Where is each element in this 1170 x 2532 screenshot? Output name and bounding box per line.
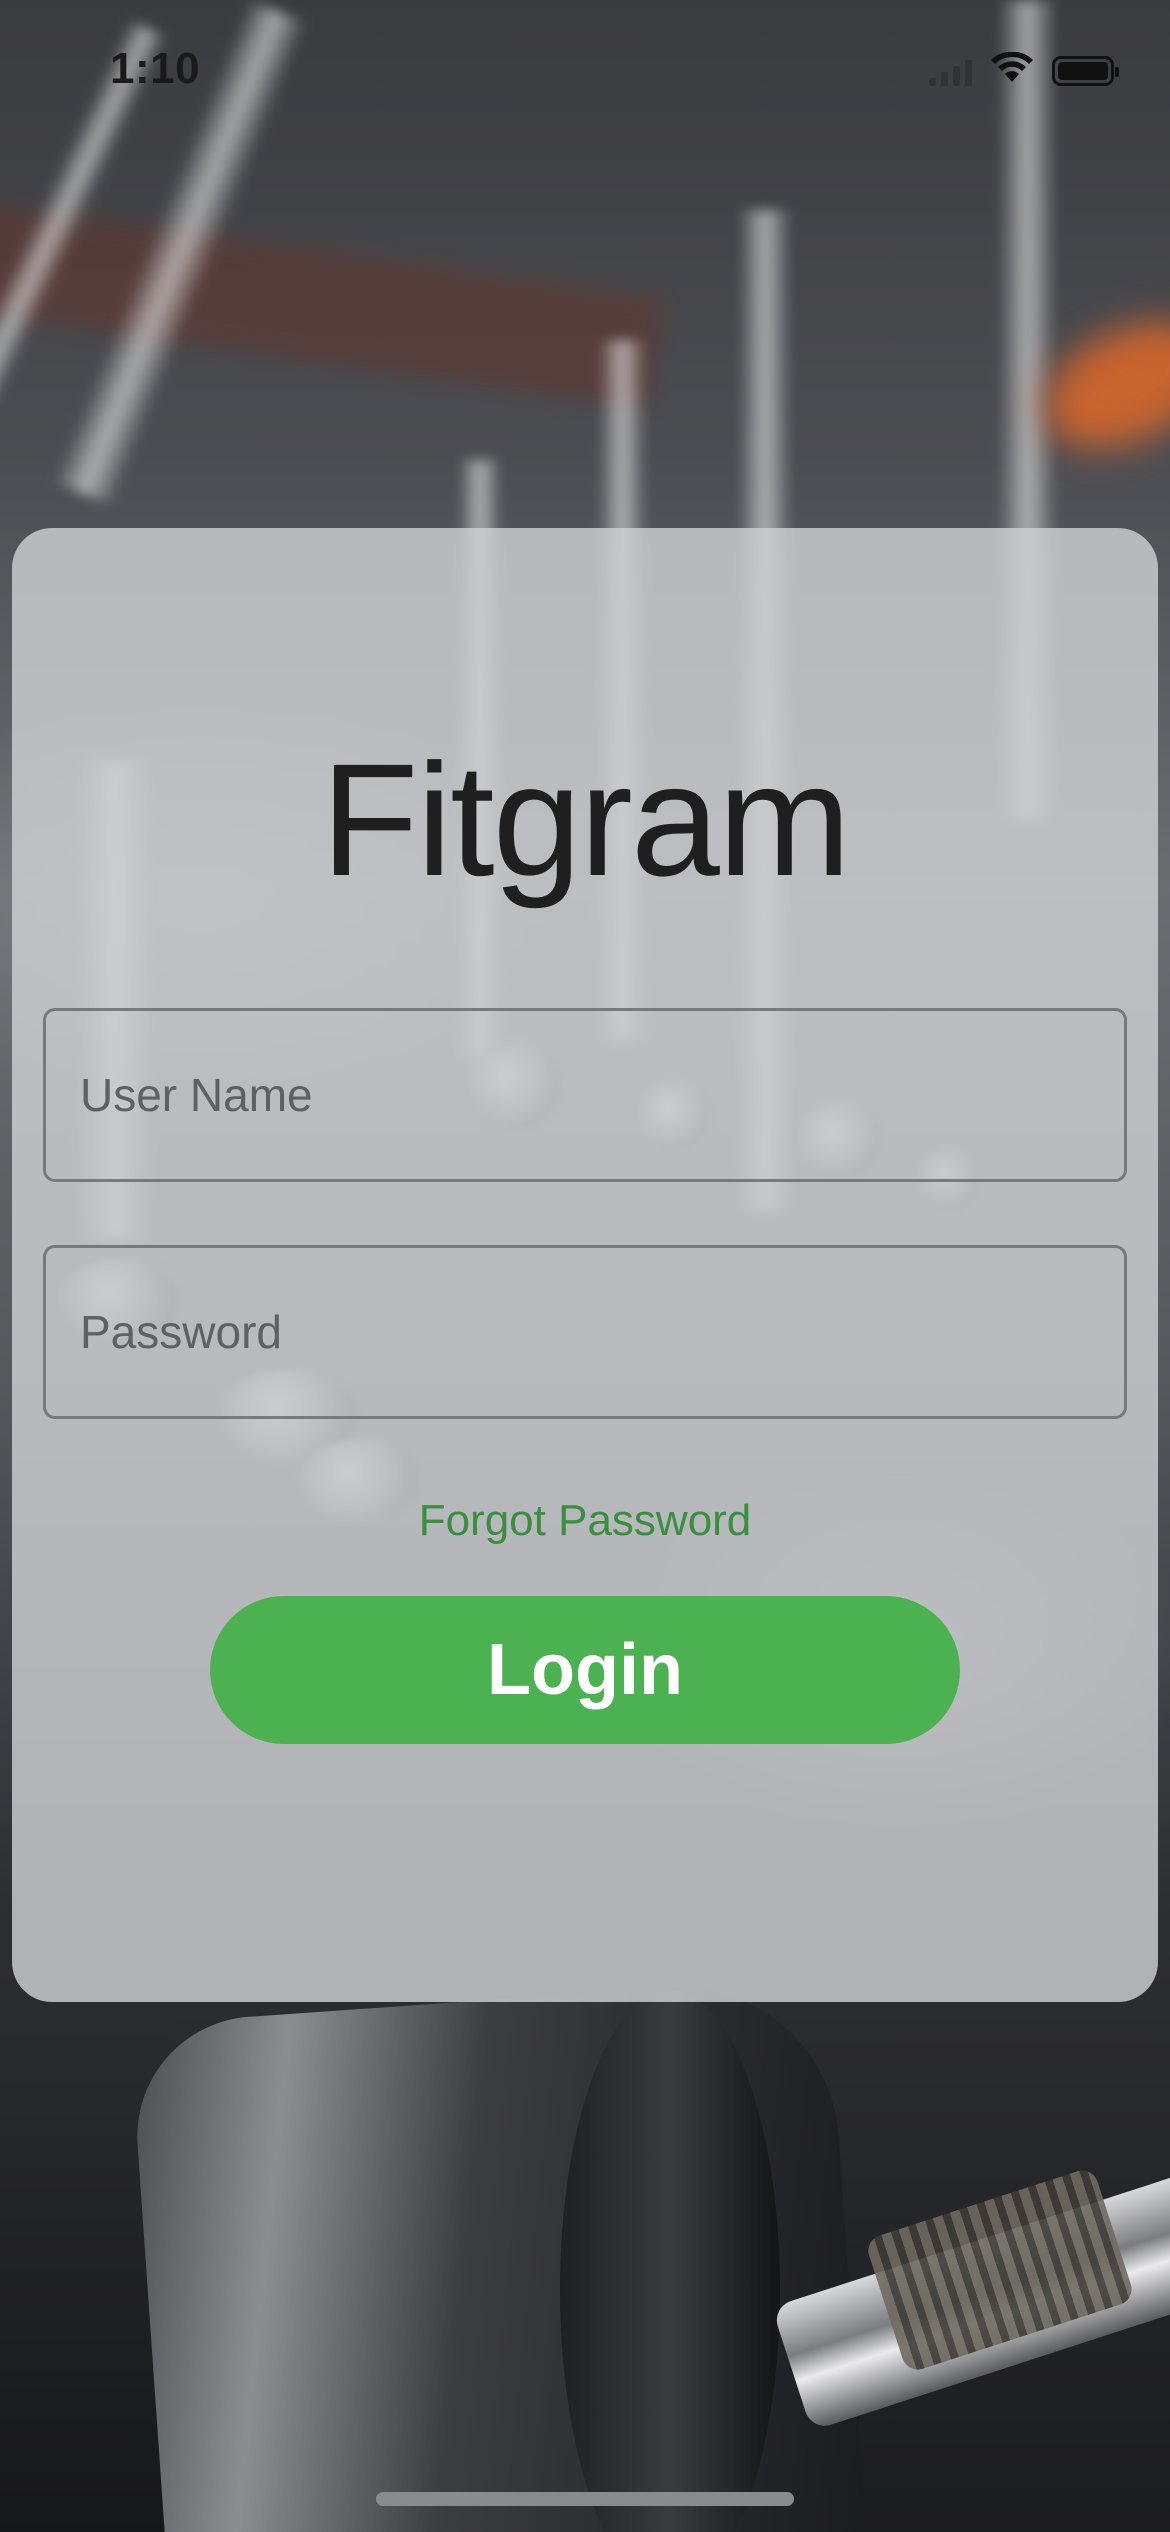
cellular-signal-icon: [929, 56, 972, 86]
username-input[interactable]: [43, 1008, 1127, 1182]
password-input[interactable]: [43, 1245, 1127, 1419]
login-card: Fitgram Forgot Password Login: [12, 528, 1158, 2002]
home-indicator: [376, 2492, 794, 2506]
wifi-icon: [990, 51, 1034, 89]
battery-icon: [1052, 55, 1119, 86]
login-screen: 1:10 Fitgram Forgot Password Login: [0, 0, 1170, 2532]
status-time: 1:10: [110, 44, 201, 93]
status-icons: [929, 51, 1119, 89]
app-title: Fitgram: [320, 730, 851, 909]
forgot-password-link[interactable]: Forgot Password: [12, 1496, 1158, 1546]
login-button[interactable]: Login: [210, 1596, 960, 1744]
status-bar: 1:10: [0, 0, 1170, 140]
